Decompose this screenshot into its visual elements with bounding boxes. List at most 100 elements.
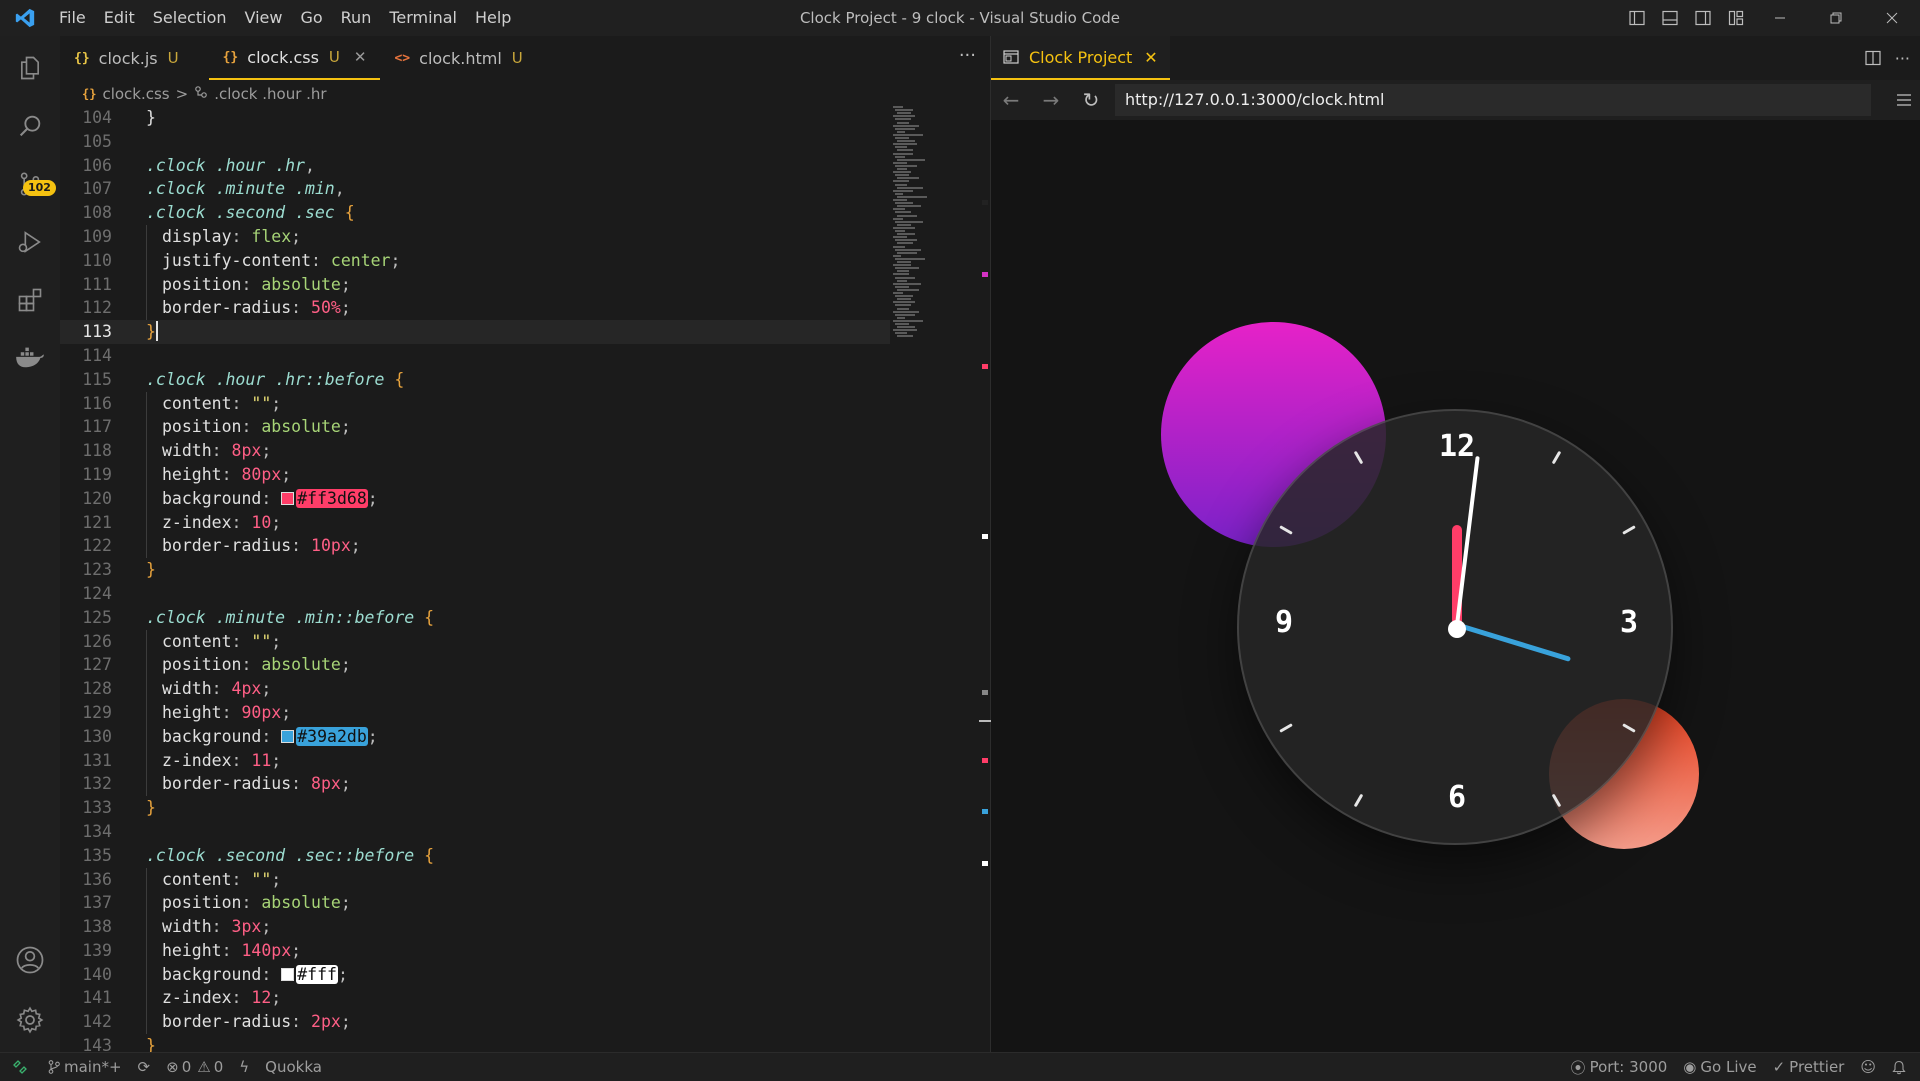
code-line[interactable]: 142 border-radius: 2px; (60, 1010, 890, 1034)
source-control-icon[interactable]: 102 (0, 156, 60, 212)
notifications-bell-icon[interactable] (1892, 1060, 1906, 1075)
clock-tick-mark (1353, 793, 1364, 808)
menu-go[interactable]: Go (291, 0, 331, 36)
account-icon[interactable] (0, 932, 60, 988)
breadcrumb-symbol[interactable]: .clock .hour .hr (214, 85, 326, 103)
code-line[interactable]: 127 position: absolute; (60, 653, 890, 677)
code-line[interactable]: 110 justify-content: center; (60, 248, 890, 273)
code-line[interactable]: 135 .clock .second .sec::before { (60, 844, 890, 868)
close-tab-icon[interactable]: ✕ (1144, 48, 1157, 67)
go-live-button[interactable]: ◉ Go Live (1683, 1058, 1756, 1076)
code-line[interactable]: 104} (60, 106, 890, 130)
code-line[interactable]: 139 height: 140px; (60, 938, 890, 963)
color-swatch[interactable] (281, 491, 295, 505)
tab-clock-css[interactable]: {} clock.css U ✕ (208, 36, 381, 80)
tab-clock-html[interactable]: <> clock.html U (380, 36, 536, 80)
code-line[interactable]: 118 width: 8px; (60, 439, 890, 463)
browser-viewport[interactable]: 12 3 6 9 (991, 120, 1920, 1052)
menu-terminal[interactable]: Terminal (380, 0, 466, 36)
code-line[interactable]: 112 border-radius: 50%; (60, 296, 890, 320)
close-tab-icon[interactable]: ✕ (354, 48, 367, 66)
menu-edit[interactable]: Edit (95, 0, 144, 36)
code-line[interactable]: 116 content: ""; (60, 391, 890, 416)
explorer-icon[interactable] (0, 40, 60, 96)
code-line[interactable]: 119 height: 80px; (60, 462, 890, 487)
code-line[interactable]: 126 content: ""; (60, 629, 890, 654)
extensions-icon[interactable] (0, 272, 60, 328)
code-line[interactable]: 128 width: 4px; (60, 677, 890, 701)
line-number: 118 (82, 441, 112, 461)
code-line[interactable]: 132 border-radius: 8px; (60, 772, 890, 796)
run-debug-icon[interactable] (0, 214, 60, 270)
code-line[interactable]: 107 .clock .minute .min, (60, 177, 890, 201)
remote-icon[interactable] (0, 1060, 40, 1074)
code-line[interactable]: 115 .clock .hour .hr::before { (60, 368, 890, 392)
code-line[interactable]: 129 height: 90px; (60, 700, 890, 725)
code-line[interactable]: 125 .clock .minute .min::before { (60, 606, 890, 630)
breadcrumb-file[interactable]: clock.css (102, 85, 169, 103)
restore-icon[interactable] (1808, 0, 1864, 36)
color-swatch[interactable] (281, 729, 295, 743)
prettier-status[interactable]: ✓ Prettier (1773, 1058, 1845, 1076)
quokka-status[interactable]: Quokka (265, 1058, 322, 1076)
lightning-icon[interactable]: ϟ (239, 1058, 249, 1076)
code-line[interactable]: 121 z-index: 10; (60, 510, 890, 535)
sync-icon[interactable]: ⟳ (138, 1058, 151, 1076)
code-line[interactable]: 123} (60, 558, 890, 582)
close-window-icon[interactable] (1864, 0, 1920, 36)
code-editor[interactable]: 104} 105 106 .clock .hour .hr, 107 .clock .mi… (60, 106, 890, 1052)
settings-icon[interactable] (0, 992, 60, 1048)
menu-view[interactable]: View (236, 0, 292, 36)
code-line[interactable]: 140 background: #fff; (60, 962, 890, 987)
code-line[interactable]: 143} (60, 1034, 890, 1052)
code-line[interactable]: 109 display: flex; (60, 224, 890, 249)
problems-status[interactable]: ⊗ 0 ⚠ 0 (166, 1058, 223, 1076)
color-swatch[interactable] (281, 967, 295, 981)
code-line[interactable]: 131 z-index: 11; (60, 748, 890, 773)
minimap-line (897, 168, 907, 170)
port-status[interactable]: ⦿ Port: 3000 (1571, 1057, 1668, 1078)
back-icon[interactable]: ← (991, 80, 1031, 120)
minimize-icon[interactable] (1752, 0, 1808, 36)
code-line[interactable]: 114 (60, 344, 890, 368)
tab-clock-project[interactable]: Clock Project ✕ (991, 36, 1170, 80)
minimap[interactable] (893, 106, 983, 406)
split-editor-icon[interactable] (1865, 50, 1881, 66)
code-line[interactable]: 106 .clock .hour .hr, (60, 154, 890, 178)
code-line[interactable]: 137 position: absolute; (60, 891, 890, 915)
toggle-primary-sidebar-icon[interactable] (1620, 0, 1653, 36)
code-line[interactable]: 134 (60, 820, 890, 844)
url-input[interactable]: http://127.0.0.1:3000/clock.html (1115, 84, 1871, 116)
toggle-panel-icon[interactable] (1653, 0, 1686, 36)
browser-menu-icon[interactable] (1896, 80, 1912, 120)
code-line[interactable]: 138 width: 3px; (60, 915, 890, 939)
code-line[interactable]: 105 (60, 130, 890, 154)
customize-layout-icon[interactable] (1719, 0, 1752, 36)
code-line[interactable]: 130 background: #39a2db; (60, 724, 890, 749)
more-actions-icon[interactable]: ··· (959, 36, 976, 76)
reload-icon[interactable]: ↻ (1071, 80, 1111, 120)
git-branch-status[interactable]: main*+ (48, 1058, 122, 1076)
code-line[interactable]: 111 position: absolute; (60, 272, 890, 297)
toggle-secondary-sidebar-icon[interactable] (1686, 0, 1719, 36)
more-actions-icon[interactable]: ··· (1895, 49, 1910, 68)
code-line[interactable]: 120 background: #ff3d68; (60, 486, 890, 511)
code-line[interactable]: 113} (60, 320, 890, 344)
tab-clock-js[interactable]: {} clock.js U (60, 36, 193, 80)
code-line[interactable]: 117 position: absolute; (60, 415, 890, 439)
search-icon[interactable] (0, 98, 60, 154)
code-line[interactable]: 122 border-radius: 10px; (60, 534, 890, 558)
forward-icon[interactable]: → (1031, 80, 1071, 120)
code-line[interactable]: 133} (60, 796, 890, 820)
code-line[interactable]: 141 z-index: 12; (60, 986, 890, 1011)
code-line[interactable]: 108 .clock .second .sec { (60, 201, 890, 225)
code-line[interactable]: 124 (60, 582, 890, 606)
code-token: ; (350, 536, 361, 556)
menu-run[interactable]: Run (332, 0, 381, 36)
menu-help[interactable]: Help (466, 0, 520, 36)
menu-file[interactable]: File (50, 0, 95, 36)
docker-icon[interactable] (0, 330, 60, 386)
feedback-icon[interactable]: ☺ (1860, 1058, 1876, 1076)
code-line[interactable]: 136 content: ""; (60, 867, 890, 892)
menu-selection[interactable]: Selection (144, 0, 236, 36)
